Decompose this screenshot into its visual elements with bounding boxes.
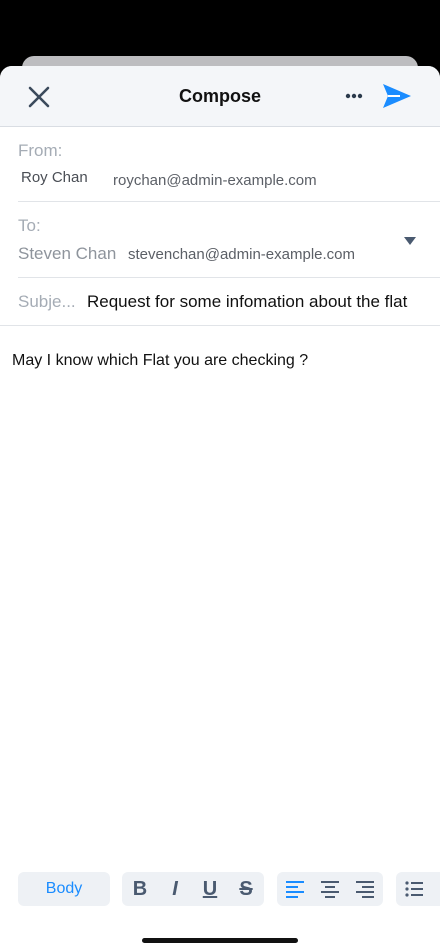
message-body[interactable]: May I know which Flat you are checking ?	[12, 352, 308, 370]
alignment-group	[277, 872, 383, 906]
to-field[interactable]: To: Steven Chan stevenchan@admin-example…	[0, 202, 440, 277]
align-left-icon	[286, 881, 304, 898]
more-button[interactable]	[341, 86, 367, 106]
triangle-down-icon	[404, 237, 416, 245]
to-label: To:	[18, 216, 41, 235]
from-name: Roy Chan	[21, 169, 88, 186]
underline-button[interactable]: U	[192, 872, 228, 906]
from-label: From:	[18, 141, 63, 160]
bold-button[interactable]: B	[122, 872, 158, 906]
compose-sheet: Compose From: Roy Chan roychan@admin-exa…	[0, 66, 440, 947]
to-email: stevenchan@admin-example.com	[128, 246, 355, 263]
text-style-group: B I U S	[122, 872, 264, 906]
list-group	[396, 872, 440, 906]
send-button[interactable]	[380, 80, 414, 112]
strikethrough-button[interactable]: S	[228, 872, 264, 906]
align-center-button[interactable]	[312, 872, 348, 906]
align-center-icon	[321, 881, 339, 898]
align-right-icon	[356, 881, 374, 898]
divider	[0, 325, 440, 326]
italic-button[interactable]: I	[157, 872, 193, 906]
format-toolbar: Body B I U S	[0, 872, 440, 912]
from-field[interactable]: From: Roy Chan roychan@admin-example.com	[0, 127, 440, 201]
paragraph-style-button[interactable]: Body	[18, 872, 110, 906]
page-title: Compose	[178, 86, 261, 106]
send-icon	[383, 84, 411, 108]
bullet-list-icon	[405, 881, 423, 897]
to-name: Steven Chan	[18, 244, 117, 263]
recipient-dropdown-button[interactable]	[402, 234, 418, 248]
align-left-button[interactable]	[277, 872, 313, 906]
compose-header: Compose	[0, 66, 440, 127]
from-email: roychan@admin-example.com	[113, 172, 317, 189]
align-right-button[interactable]	[347, 872, 383, 906]
subject-input[interactable]: Request for some infomation about the fl…	[87, 292, 407, 312]
home-indicator	[142, 938, 298, 943]
more-icon	[345, 93, 363, 99]
bullet-list-button[interactable]	[396, 872, 432, 906]
subject-field[interactable]: Subje... Request for some infomation abo…	[0, 278, 440, 325]
subject-label: Subje...	[18, 292, 76, 311]
